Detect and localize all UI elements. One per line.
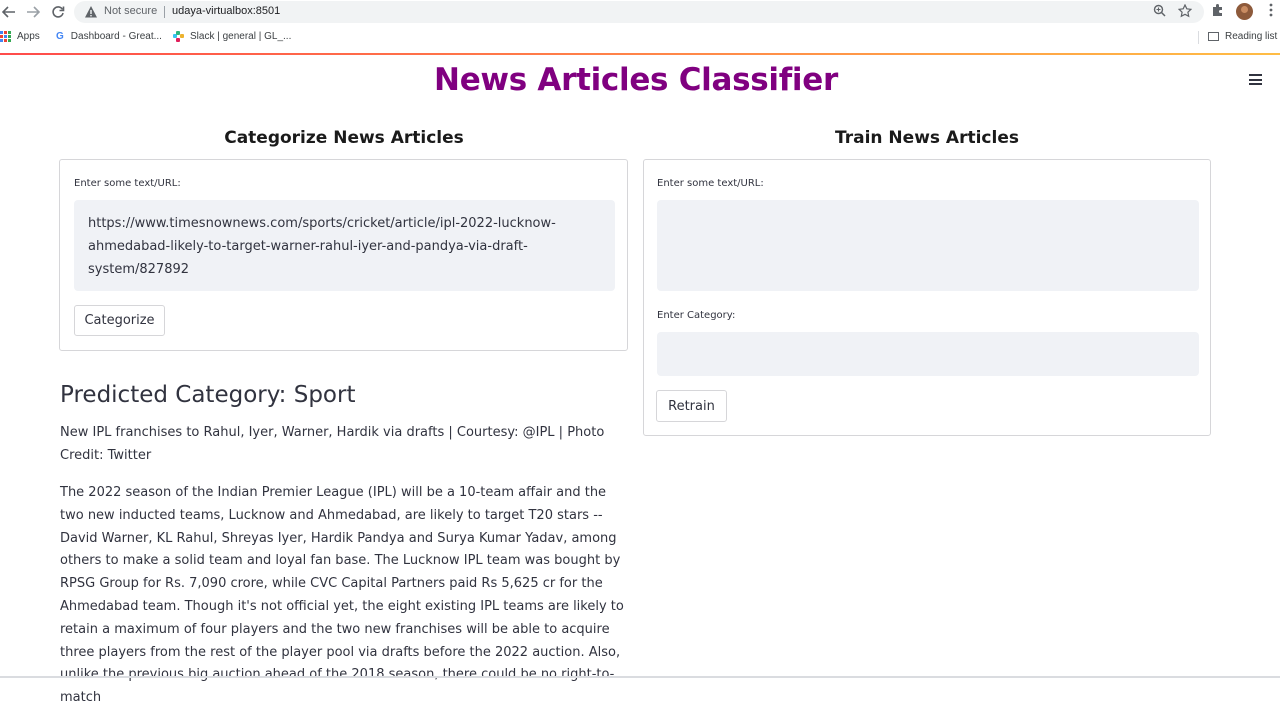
bookmark-label: Apps [17,31,40,42]
bookmarks-bar: Apps G Dashboard - Great... Slack | gene… [0,25,1280,50]
reading-list-icon [1208,32,1219,41]
train-text-input[interactable] [657,200,1199,291]
warning-icon [85,6,97,18]
predicted-category: Predicted Category: Sport [60,382,356,408]
categorize-form: Enter some text/URL: https://www.timesno… [59,159,628,351]
reading-list-label: Reading list [1225,31,1278,42]
bookmark-apps[interactable]: Apps [0,31,40,42]
train-text-label: Enter some text/URL: [657,178,764,189]
page-title: News Articles Classifier [434,62,838,98]
slack-icon [173,31,184,42]
bookmark-slack[interactable]: Slack | general | GL_... [173,31,291,42]
profile-avatar[interactable] [1236,3,1253,20]
train-heading: Train News Articles [835,128,1019,148]
bookmark-dashboard[interactable]: G Dashboard - Great... [56,31,162,42]
url-text[interactable]: udaya-virtualbox:8501 [172,5,280,17]
extensions-puzzle-icon[interactable] [1209,3,1227,21]
bookmark-star-icon[interactable] [1177,3,1193,20]
apps-grid-icon [0,31,11,42]
bookmark-label: Dashboard - Great... [70,31,162,42]
bookmarks-divider [1198,31,1199,44]
bookmark-label: Slack | general | GL_... [190,31,292,42]
categorize-text-input[interactable]: https://www.timesnownews.com/sports/cric… [74,200,615,291]
not-secure-label[interactable]: Not secure [104,5,157,17]
reading-list-button[interactable]: Reading list [1208,31,1277,42]
article-caption: New IPL franchises to Rahul, Iyer, Warne… [60,425,605,463]
kebab-menu-icon[interactable] [1262,3,1280,21]
train-category-label: Enter Category: [657,310,736,321]
google-g-icon: G [56,31,64,42]
reload-icon[interactable] [49,3,67,21]
back-arrow-icon[interactable] [0,3,18,21]
browser-toolbar: Not secure udaya-virtualbox:8501 [0,0,1280,25]
categorize-button[interactable]: Categorize [74,305,165,336]
forward-arrow-icon[interactable] [24,3,42,21]
address-bar[interactable]: Not secure udaya-virtualbox:8501 [74,1,1204,23]
categorize-input-label: Enter some text/URL: [74,178,181,189]
train-form: Enter some text/URL: Enter Category: Ret… [643,159,1211,436]
categorize-heading: Categorize News Articles [224,128,464,148]
omnibox-divider [164,6,165,18]
app-decoration-line [0,53,1280,55]
retrain-button[interactable]: Retrain [656,390,727,422]
train-category-input[interactable] [657,332,1199,376]
zoom-icon[interactable] [1151,4,1167,20]
